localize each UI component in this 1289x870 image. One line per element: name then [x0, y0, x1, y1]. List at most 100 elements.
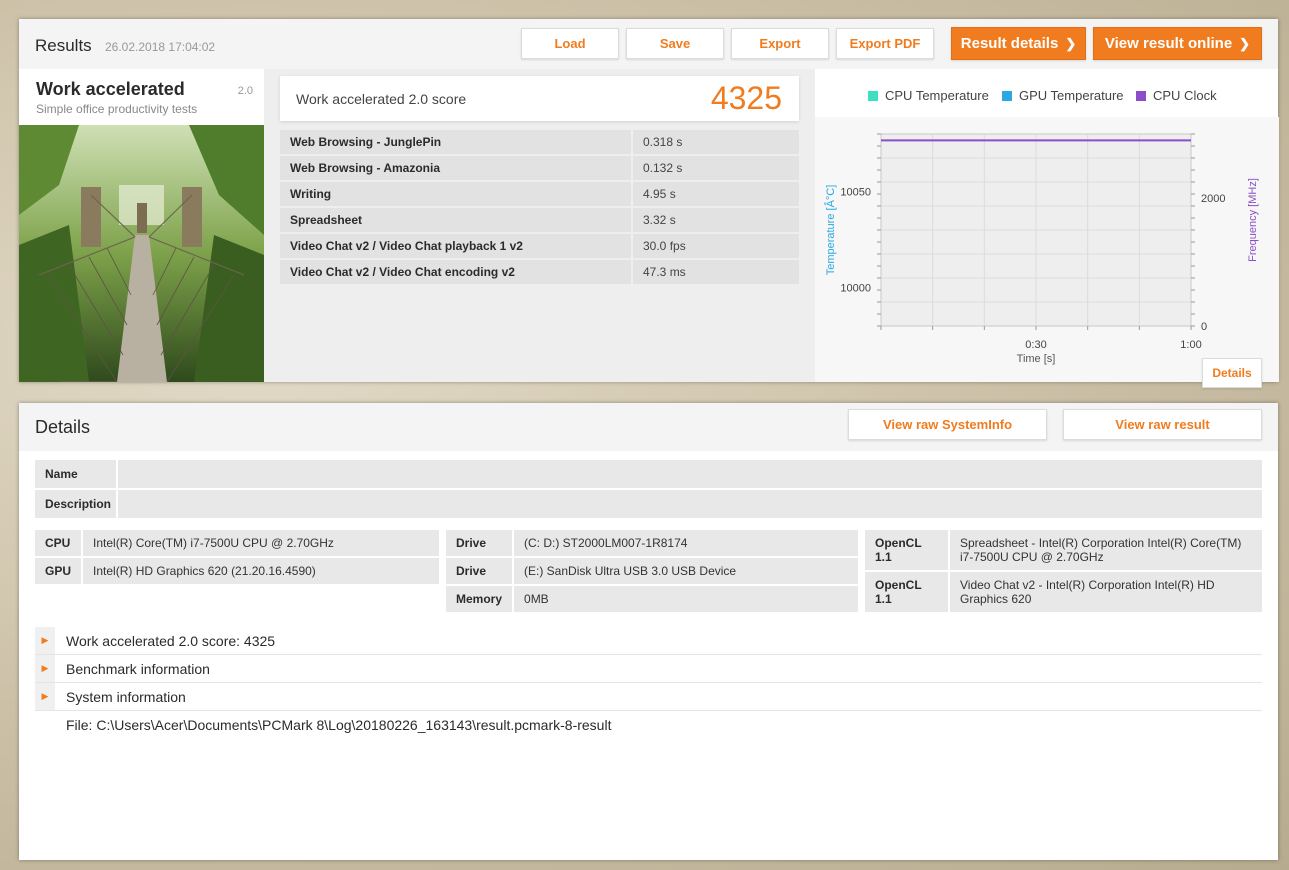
temperature-frequency-chart: 10050 10000 2000 0 0:30 1:00 Time [s] Temperatu…	[824, 133, 1259, 365]
export-button[interactable]: Export	[731, 28, 829, 59]
export-pdf-button[interactable]: Export PDF	[836, 28, 934, 59]
monitoring-chart-section: CPU Temperature GPU Temperature CPU Cloc…	[814, 69, 1279, 388]
name-row: Name	[35, 460, 1262, 488]
x-tick-label: 0:30	[1025, 339, 1046, 351]
y-left-axis-label: Temperature [Â°C]	[824, 185, 837, 276]
opencl-value: Video Chat v2 - Intel(R) Corporation Int…	[950, 572, 1262, 612]
view-raw-systeminfo-button[interactable]: View raw SystemInfo	[848, 409, 1047, 440]
chart-details-button[interactable]: Details	[1202, 358, 1262, 388]
subscore-value: 0.318 s	[633, 130, 799, 154]
results-header: Results 26.02.2018 17:04:02 Load Save Ex…	[19, 19, 1278, 69]
result-details-label: Result details	[960, 35, 1059, 52]
caret-right-icon: ▶	[35, 683, 55, 710]
subscore-name: Writing	[280, 182, 633, 206]
legend-label: CPU Clock	[1153, 88, 1217, 103]
details-header: Details View raw SystemInfo View raw res…	[19, 403, 1278, 451]
table-row: Memory 0MB	[446, 586, 858, 612]
subscore-table: Web Browsing - JunglePin 0.318 s Web Brow…	[280, 128, 799, 286]
details-panel: Details View raw SystemInfo View raw res…	[19, 403, 1278, 860]
test-subtitle: Simple office productivity tests	[36, 102, 198, 116]
table-row: OpenCL 1.1 Video Chat v2 - Intel(R) Corpo…	[865, 572, 1262, 612]
view-raw-result-button[interactable]: View raw result	[1063, 409, 1262, 440]
table-row: GPU Intel(R) HD Graphics 620 (21.20.16.45…	[35, 558, 439, 584]
test-image-rope-bridge	[19, 125, 264, 382]
view-result-online-label: View result online	[1104, 35, 1233, 52]
results-title: Results	[35, 36, 92, 55]
table-row: Spreadsheet 3.32 s	[280, 208, 799, 232]
table-row: Web Browsing - JunglePin 0.318 s	[280, 130, 799, 154]
test-name: Work accelerated	[36, 79, 185, 99]
chevron-right-icon: ❯	[1239, 36, 1251, 51]
drive-value: (E:) SanDisk Ultra USB 3.0 USB Device	[514, 558, 858, 584]
caret-right-icon: ▶	[35, 655, 55, 682]
view-result-online-button[interactable]: View result online ❯	[1093, 27, 1262, 60]
results-panel: Results 26.02.2018 17:04:02 Load Save Ex…	[19, 19, 1279, 388]
description-value	[118, 490, 1262, 518]
accordion-system-information[interactable]: ▶ System information	[35, 683, 1262, 711]
legend-item-gpu-temperature[interactable]: GPU Temperature	[1002, 88, 1124, 103]
load-button[interactable]: Load	[521, 28, 619, 59]
legend-swatch	[1002, 91, 1012, 101]
result-file-path: File: C:\Users\Acer\Documents\PCMark 8\L…	[66, 717, 612, 733]
drive-label: Drive	[446, 558, 513, 584]
hardware-table: CPU Intel(R) Core(TM) i7-7500U CPU @ 2.70…	[33, 528, 441, 586]
subscore-name: Web Browsing - Amazonia	[280, 156, 633, 180]
x-tick-label: 1:00	[1180, 339, 1201, 351]
result-details-button[interactable]: Result details ❯	[951, 27, 1086, 60]
chart-area: 10050 10000 2000 0 0:30 1:00 Time [s] Temperatu…	[815, 117, 1279, 382]
x-axis-label: Time [s]	[1017, 353, 1056, 365]
legend-label: GPU Temperature	[1019, 88, 1124, 103]
description-row: Description	[35, 490, 1262, 518]
y-left-tick-label: 10050	[840, 187, 871, 199]
name-label: Name	[35, 460, 116, 488]
drive-value: (C: D:) ST2000LM007-1R8174	[514, 530, 858, 556]
accordion-label: Benchmark information	[66, 661, 210, 677]
name-value	[118, 460, 1262, 488]
hardware-label: CPU	[35, 530, 82, 556]
results-date: 26.02.2018 17:04:02	[105, 40, 216, 54]
y-right-axis-label: Frequency [MHz]	[1247, 178, 1259, 262]
table-row: Drive (E:) SanDisk Ultra USB 3.0 USB Devi…	[446, 558, 858, 584]
y-right-tick-label: 0	[1201, 321, 1207, 333]
save-button[interactable]: Save	[626, 28, 724, 59]
table-row: OpenCL 1.1 Spreadsheet - Intel(R) Corpora…	[865, 530, 1262, 570]
y-left-tick-label: 10000	[840, 283, 871, 295]
subscore-value: 30.0 fps	[633, 234, 799, 258]
opencl-label: OpenCL 1.1	[865, 572, 948, 612]
y-right-tick-label: 2000	[1201, 193, 1225, 205]
chevron-right-icon: ❯	[1065, 36, 1077, 51]
accordion-label: System information	[66, 689, 186, 705]
table-row: CPU Intel(R) Core(TM) i7-7500U CPU @ 2.70…	[35, 530, 439, 556]
overall-score-label: Work accelerated 2.0 score	[296, 91, 467, 107]
overall-score-box: Work accelerated 2.0 score 4325	[280, 76, 799, 121]
accordion-label: Work accelerated 2.0 score: 4325	[66, 633, 276, 649]
hardware-value: Intel(R) Core(TM) i7-7500U CPU @ 2.70GHz	[83, 530, 439, 556]
test-version: 2.0	[237, 85, 253, 97]
legend-item-cpu-temperature[interactable]: CPU Temperature	[868, 88, 989, 103]
details-title: Details	[35, 417, 91, 437]
score-section: Work accelerated 2.0 score 4325 Web Brow…	[264, 69, 814, 382]
test-info: Work accelerated 2.0 Simple office produ…	[19, 69, 264, 382]
hardware-value: Intel(R) HD Graphics 620 (21.20.16.4590)	[83, 558, 439, 584]
memory-value: 0MB	[514, 586, 858, 612]
opencl-table: OpenCL 1.1 Spreadsheet - Intel(R) Corpora…	[863, 528, 1264, 614]
subscore-name: Web Browsing - JunglePin	[280, 130, 633, 154]
subscore-name: Spreadsheet	[280, 208, 633, 232]
legend-swatch	[868, 91, 878, 101]
subscore-name: Video Chat v2 / Video Chat playback 1 v2	[280, 234, 633, 258]
table-row: Video Chat v2 / Video Chat encoding v2 47…	[280, 260, 799, 284]
rope-bridge-illustration	[19, 125, 264, 382]
table-row: Web Browsing - Amazonia 0.132 s	[280, 156, 799, 180]
hardware-label: GPU	[35, 558, 82, 584]
accordion-score[interactable]: ▶ Work accelerated 2.0 score: 4325	[35, 627, 1262, 655]
legend-item-cpu-clock[interactable]: CPU Clock	[1136, 88, 1217, 103]
chart-legend: CPU Temperature GPU Temperature CPU Cloc…	[815, 88, 1278, 106]
subscore-value: 0.132 s	[633, 156, 799, 180]
memory-label: Memory	[446, 586, 513, 612]
accordion-benchmark-information[interactable]: ▶ Benchmark information	[35, 655, 1262, 683]
overall-score-value: 4325	[710, 80, 782, 116]
subscore-value: 4.95 s	[633, 182, 799, 206]
legend-label: CPU Temperature	[885, 88, 989, 103]
subscore-value: 3.32 s	[633, 208, 799, 232]
table-row: Video Chat v2 / Video Chat playback 1 v2…	[280, 234, 799, 258]
